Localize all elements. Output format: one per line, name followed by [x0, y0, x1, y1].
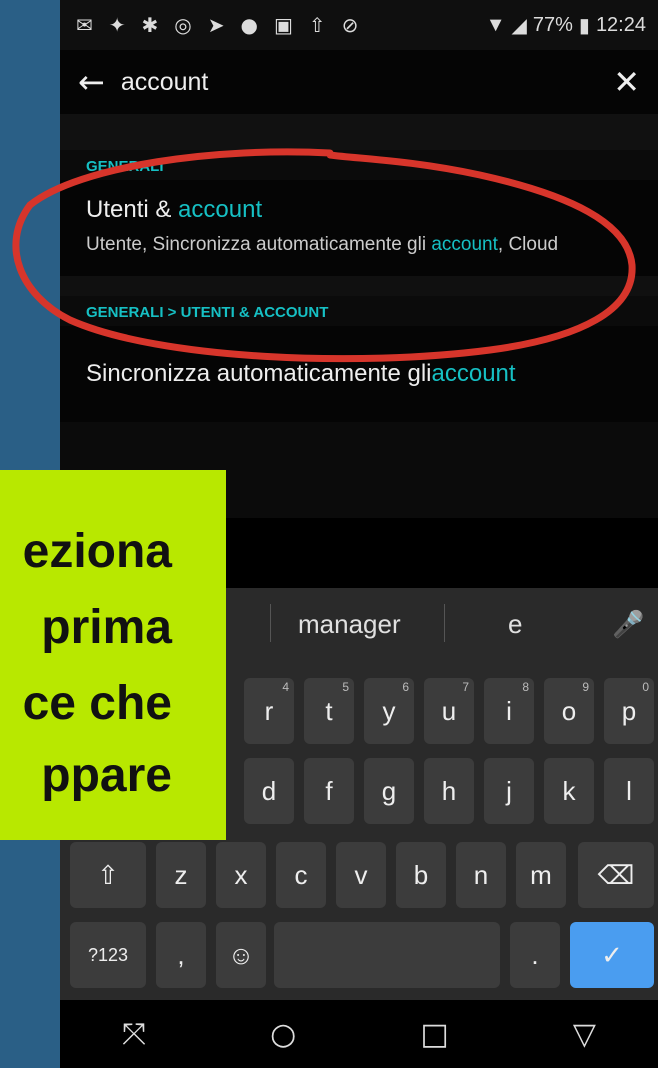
recents-icon[interactable]: □ — [420, 1017, 448, 1052]
notification-icon: ▣ — [273, 13, 295, 37]
notification-icon: ⇧ — [308, 13, 328, 37]
result-title-highlight: account — [178, 196, 263, 223]
key-k[interactable]: k — [544, 758, 594, 824]
key-u[interactable]: u7 — [424, 678, 474, 744]
key-t[interactable]: t5 — [304, 678, 354, 744]
section-header: GENERALI > UTENTI & ACCOUNT — [60, 296, 658, 326]
key-g[interactable]: g — [364, 758, 414, 824]
caption-line: prima — [41, 601, 172, 654]
key-hint: 8 — [522, 680, 529, 694]
home-icon[interactable]: ○ — [270, 1017, 296, 1052]
key-b[interactable]: b — [396, 842, 446, 908]
search-results: GENERALI Utenti & account Utente, Sincro… — [60, 114, 658, 518]
key-hint: 7 — [462, 680, 469, 694]
result-title-text: Utenti & — [86, 196, 179, 223]
key-hint: 5 — [342, 680, 349, 694]
caption-line: eziona — [22, 525, 172, 578]
status-bar: ✉ ✦ ✱ ◎ ➤ ● ▣ ⇧ ⊘ ▼ ◢ 77% ▮ 12:24 — [60, 0, 658, 50]
key-j[interactable]: j — [484, 758, 534, 824]
key-hint: 6 — [402, 680, 409, 694]
result-summary-text: Utente, Sincronizza automaticamente gli — [86, 234, 432, 255]
suggestion[interactable]: manager — [298, 609, 401, 640]
caption-line: ce che — [22, 677, 172, 730]
screenshot-icon[interactable]: ⤧ — [122, 1017, 146, 1052]
key-o[interactable]: o9 — [544, 678, 594, 744]
result-item-auto-sync[interactable]: Sincronizza automaticamente gli account — [60, 326, 658, 422]
search-input[interactable]: account — [121, 68, 613, 97]
key-hint: 0 — [642, 680, 649, 694]
microphone-icon[interactable]: 🎤 — [612, 609, 644, 640]
close-icon[interactable]: ✕ — [613, 63, 640, 101]
result-title: Utenti & account — [86, 196, 632, 224]
backspace-icon[interactable]: ⌫ — [578, 842, 654, 908]
key-v[interactable]: v — [336, 842, 386, 908]
battery-icon: ▮ — [578, 14, 590, 37]
suggestion[interactable]: e — [508, 609, 522, 640]
enter-check-icon[interactable]: ✓ — [570, 922, 654, 988]
notification-icon: ✦ — [108, 13, 128, 37]
notification-icons: ✉ ✦ ✱ ◎ ➤ ● ▣ ⇧ ⊘ — [76, 13, 360, 37]
notification-icon: ✱ — [141, 13, 161, 37]
caption-line: ppare — [41, 749, 172, 802]
comma-key[interactable]: , — [156, 922, 206, 988]
wifi-icon: ▼ — [485, 13, 506, 36]
key-p[interactable]: p0 — [604, 678, 654, 744]
navigation-bar: ⤧ ○ □ ▽ — [60, 1000, 658, 1068]
divider — [270, 604, 271, 642]
result-summary-suffix: , Cloud — [497, 234, 559, 255]
key-r[interactable]: r4 — [244, 678, 294, 744]
result-item-users-accounts[interactable]: Utenti & account Utente, Sincronizza aut… — [60, 180, 658, 276]
result-title-text: Sincronizza automaticamente gli — [86, 360, 432, 387]
period-key[interactable]: . — [510, 922, 560, 988]
clock: 12:24 — [595, 13, 646, 36]
shift-icon[interactable]: ⇧ — [70, 842, 146, 908]
key-x[interactable]: x — [216, 842, 266, 908]
key-f[interactable]: f — [304, 758, 354, 824]
divider — [60, 114, 658, 150]
signal-icon: ◢ — [511, 14, 527, 37]
key-n[interactable]: n — [456, 842, 506, 908]
back-icon[interactable]: ▽ — [573, 1017, 596, 1052]
result-summary-highlight: account — [431, 234, 498, 255]
key-i[interactable]: i8 — [484, 678, 534, 744]
key-y[interactable]: y6 — [364, 678, 414, 744]
key-hint: 4 — [282, 680, 289, 694]
numbers-key[interactable]: ?123 — [70, 922, 146, 988]
key-z[interactable]: z — [156, 842, 206, 908]
key-d[interactable]: d — [244, 758, 294, 824]
key-h[interactable]: h — [424, 758, 474, 824]
notification-icon: ● — [240, 13, 260, 37]
divider — [444, 604, 445, 642]
search-bar: ← account ✕ — [60, 50, 658, 114]
result-title-highlight: account — [431, 360, 516, 387]
key-m[interactable]: m — [516, 842, 566, 908]
battery-percent: 77% — [532, 13, 573, 36]
key-hint: 9 — [582, 680, 589, 694]
notification-icon: ✉ — [76, 13, 95, 37]
notification-icon: ⊘ — [341, 13, 361, 37]
key-c[interactable]: c — [276, 842, 326, 908]
key-l[interactable]: l — [604, 758, 654, 824]
arrow-left-icon[interactable]: ← — [78, 63, 105, 101]
notification-icon: ◎ — [174, 13, 194, 37]
caption-overlay: eziona prima ce che ppare — [0, 470, 226, 840]
divider — [60, 276, 658, 296]
section-header: GENERALI — [60, 150, 658, 180]
notification-icon: ➤ — [207, 13, 227, 37]
emoji-icon[interactable]: ☺ — [216, 922, 266, 988]
result-summary: Utente, Sincronizza automaticamente gli … — [86, 230, 632, 260]
status-right: ▼ ◢ 77% ▮ 12:24 — [486, 13, 646, 38]
space-bar[interactable] — [274, 922, 500, 988]
